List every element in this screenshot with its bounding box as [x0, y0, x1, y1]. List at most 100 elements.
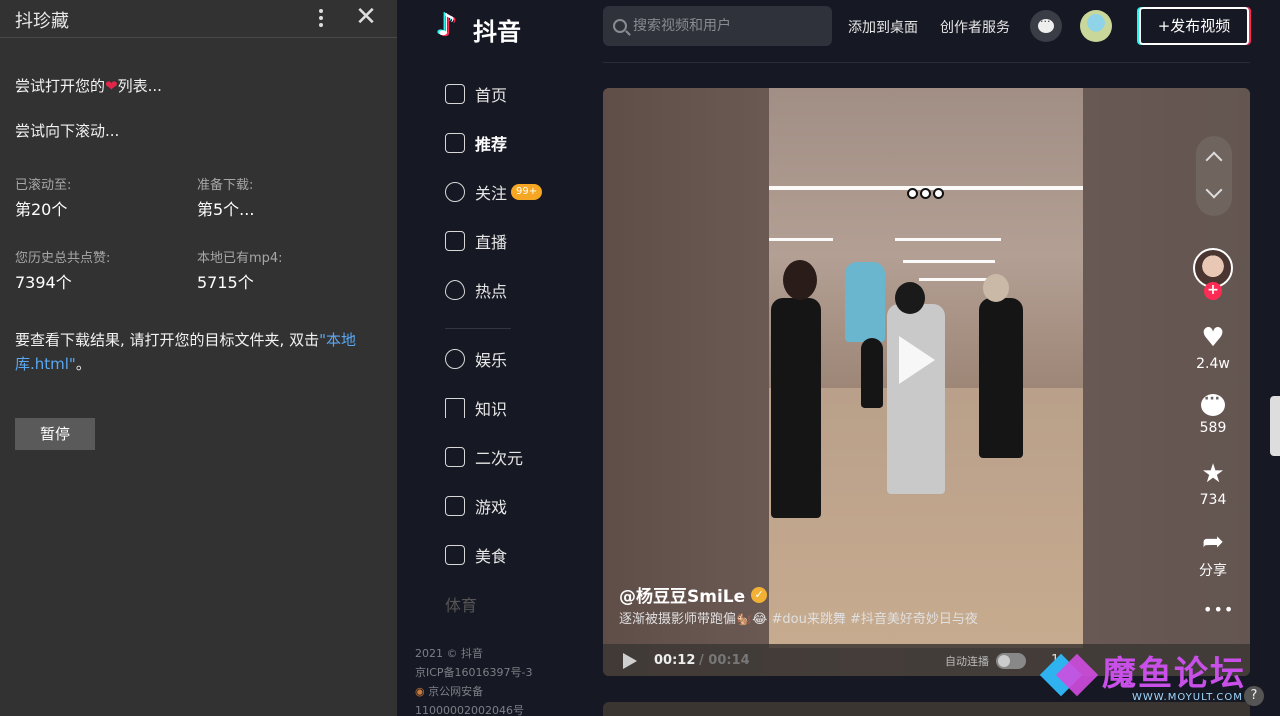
- loading-dots-icon: [907, 188, 944, 199]
- nav-item-food[interactable]: 美食: [445, 541, 507, 569]
- home-icon: [445, 84, 465, 104]
- dancer: [887, 304, 945, 494]
- favorite-button[interactable]: ★ 734: [1190, 460, 1236, 508]
- publish-video-button[interactable]: +发布视频: [1139, 7, 1249, 45]
- search-box[interactable]: [603, 6, 832, 46]
- nav-item-live[interactable]: 直播: [445, 227, 507, 255]
- add-to-desktop-link[interactable]: 添加到桌面: [848, 17, 918, 37]
- comment-count: 589: [1199, 420, 1227, 436]
- police-record[interactable]: ◉ 京公网安备: [415, 682, 533, 701]
- follow-badge: 99+: [511, 184, 543, 200]
- police-badge-icon: ◉: [415, 685, 425, 698]
- icp-record[interactable]: 京ICP备16016397号-3: [415, 663, 533, 682]
- status-line-open-list: 尝试打开您的❤列表...: [15, 75, 162, 96]
- nav-item-sports[interactable]: 体育: [445, 592, 477, 616]
- police-record-number: 11000002002046号: [415, 704, 524, 716]
- follow-plus-icon[interactable]: +: [1204, 282, 1222, 300]
- anime-tv-icon: [445, 447, 465, 467]
- pause-button[interactable]: 暂停: [15, 418, 95, 450]
- ceiling-light: [903, 260, 995, 263]
- play-icon[interactable]: [899, 336, 935, 384]
- nav-item-recommend[interactable]: 推荐: [445, 129, 507, 157]
- ceiling-light: [769, 238, 833, 241]
- dancer: [845, 262, 885, 342]
- nav-item-entertainment[interactable]: 娱乐: [445, 345, 507, 373]
- logo-text: 抖音: [473, 18, 521, 46]
- video-player[interactable]: + ♥ 2.4w 589 ★ 734 ➦ 分享 ••• @杨豆豆SmiLe ✓ …: [603, 88, 1250, 676]
- extension-title: 抖珍藏: [15, 11, 69, 32]
- police-record-label: 京公网安备: [428, 685, 484, 698]
- ceiling-light: [919, 278, 989, 281]
- side-drawer-tab[interactable]: [1270, 396, 1280, 456]
- dancer-head: [783, 260, 817, 300]
- note-text: 要查看下载结果, 请打开您的目标文件夹, 双击: [15, 331, 320, 349]
- watermark-url: WWW.MOYULT.COM: [1132, 692, 1243, 703]
- chevron-down-icon[interactable]: [1205, 181, 1223, 199]
- nav-label: 知识: [475, 400, 508, 419]
- sidebar: ♪ 抖音 首页 推荐 关注 99+ 直播 热点 娱乐 知识 二次元 游戏 美食 体…: [397, 0, 573, 716]
- dancer: [979, 298, 1023, 458]
- gamepad-icon: [445, 496, 465, 516]
- share-button[interactable]: ➦ 分享: [1190, 528, 1236, 580]
- user-avatar[interactable]: [1080, 10, 1112, 42]
- dancer: [861, 338, 883, 408]
- comment-icon: [1201, 391, 1225, 416]
- share-arrow-icon: ➦: [1202, 527, 1224, 557]
- search-icon: [613, 19, 627, 33]
- creator-service-link[interactable]: 创作者服务: [940, 17, 1010, 37]
- video-switcher: [1196, 136, 1232, 216]
- forum-watermark: 魔鱼论坛 WWW.MOYULT.COM: [1039, 646, 1276, 706]
- local-value: 5715个: [197, 273, 254, 292]
- nav-label: 关注: [475, 184, 508, 203]
- message-icon[interactable]: [1030, 10, 1062, 42]
- nav-divider: [445, 328, 511, 329]
- favorite-count: 734: [1199, 492, 1227, 508]
- footer-info: 2021 © 抖音 京ICP备16016397号-3 ◉ 京公网安备 11000…: [415, 644, 533, 716]
- nav-item-games[interactable]: 游戏: [445, 492, 507, 520]
- tiktok-note-icon: ♪: [437, 8, 457, 43]
- nav-item-knowledge[interactable]: 知识: [445, 394, 507, 422]
- comment-button[interactable]: 589: [1190, 391, 1236, 436]
- status-text: 尝试打开您的: [15, 77, 106, 95]
- more-icon[interactable]: •••: [1203, 600, 1234, 619]
- help-icon[interactable]: ?: [1244, 686, 1264, 706]
- prepare-value: 第5个...: [197, 200, 255, 219]
- heart-icon: ❤: [105, 77, 118, 95]
- watermark-title: 魔鱼论坛: [1102, 654, 1246, 694]
- play-icon[interactable]: [623, 653, 637, 669]
- live-tv-icon: [445, 231, 465, 251]
- like-count: 2.4w: [1196, 356, 1230, 372]
- nav-item-home[interactable]: 首页: [445, 80, 507, 108]
- bookmark-icon: [445, 398, 465, 418]
- star-icon: ★: [1201, 459, 1225, 489]
- close-icon[interactable]: ✕: [354, 4, 378, 31]
- search-input[interactable]: [633, 18, 813, 34]
- autoplay-toggle[interactable]: [996, 653, 1026, 669]
- nav-item-hot[interactable]: 热点: [445, 276, 507, 304]
- status-text-suffix: 列表...: [117, 77, 162, 95]
- autoplay-label: 自动连播: [945, 655, 989, 668]
- current-time: 00:12: [654, 653, 696, 668]
- more-vert-icon[interactable]: [311, 6, 331, 30]
- nav-item-anime[interactable]: 二次元: [445, 443, 523, 471]
- author-name: @杨豆豆SmiLe: [619, 587, 746, 607]
- nav-label: 首页: [475, 86, 508, 105]
- ceiling-light: [895, 238, 1001, 241]
- divider: [603, 62, 1250, 63]
- verified-icon: ✓: [751, 586, 768, 603]
- share-label: 分享: [1199, 563, 1227, 579]
- fish-logo-icon: [1039, 653, 1099, 697]
- dancer: [771, 298, 821, 518]
- add-user-icon: [445, 182, 465, 202]
- nav-label: 直播: [475, 233, 508, 252]
- heart-icon: ♥: [1201, 323, 1225, 353]
- extension-panel: 抖珍藏 ✕ 尝试打开您的❤列表... 尝试向下滚动... 已滚动至: 第20个 …: [0, 0, 397, 716]
- nav-label: 美食: [475, 547, 508, 566]
- chevron-up-icon[interactable]: [1205, 151, 1223, 169]
- local-label: 本地已有mp4:: [197, 251, 283, 266]
- nav-item-follow[interactable]: 关注 99+: [445, 178, 543, 206]
- video-author[interactable]: @杨豆豆SmiLe ✓: [619, 582, 768, 607]
- status-line-scroll: 尝试向下滚动...: [15, 122, 120, 140]
- dancer-head: [983, 274, 1009, 302]
- like-button[interactable]: ♥ 2.4w: [1190, 324, 1236, 372]
